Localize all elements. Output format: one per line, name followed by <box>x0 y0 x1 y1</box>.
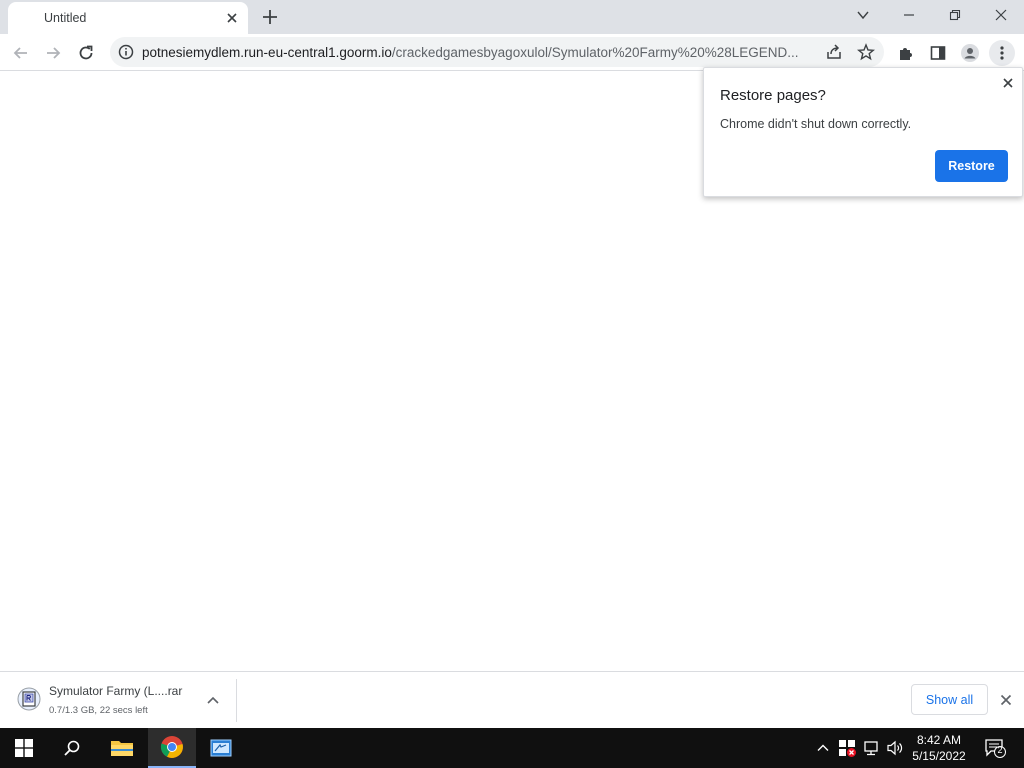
kebab-menu-icon <box>1000 46 1004 60</box>
volume-tray-button[interactable] <box>885 738 905 758</box>
tab-untitled[interactable]: Untitled <box>8 2 248 34</box>
side-panel-button[interactable] <box>925 40 951 66</box>
reload-button[interactable] <box>73 40 99 66</box>
taskbar: 8:42 AM 5/15/2022 2 <box>0 728 1024 768</box>
restore-button[interactable]: Restore <box>935 150 1008 182</box>
new-tab-icon[interactable] <box>260 7 280 27</box>
url-text: potnesiemydlem.run-eu-central1.goorm.io/… <box>142 45 814 60</box>
url-path: /crackedgamesbyagoxulol/Symulator%20Farm… <box>391 45 799 60</box>
file-explorer-button[interactable] <box>98 728 146 768</box>
tab-strip: Untitled <box>0 0 1024 34</box>
address-bar[interactable]: potnesiemydlem.run-eu-central1.goorm.io/… <box>110 37 884 67</box>
restore-window-icon <box>949 9 961 21</box>
profile-icon <box>961 44 979 62</box>
side-panel-icon <box>930 46 946 60</box>
notification-center-button[interactable]: 2 <box>982 738 1008 758</box>
app-window-icon <box>210 739 232 757</box>
minimize-icon <box>904 14 914 16</box>
notification-count: 2 <box>997 745 1003 755</box>
restore-pages-dialog: Restore pages? Chrome didn't shut down c… <box>703 67 1023 197</box>
bookmark-button[interactable] <box>853 39 879 65</box>
security-tray-button[interactable] <box>837 738 857 758</box>
share-icon <box>827 44 841 59</box>
extensions-button[interactable] <box>893 40 919 66</box>
info-icon[interactable] <box>118 44 134 60</box>
forward-arrow-icon <box>47 47 61 59</box>
search-icon <box>64 740 80 756</box>
download-shelf: Symulator Farmy (L....rar 0.7/1.3 GB, 22… <box>0 671 1024 728</box>
chevron-up-icon[interactable] <box>205 693 221 709</box>
download-filename: Symulator Farmy (L....rar <box>49 684 183 698</box>
puzzle-icon <box>900 48 912 60</box>
chevron-up-icon <box>817 744 829 751</box>
reload-icon <box>79 45 93 60</box>
menu-button[interactable] <box>989 40 1015 66</box>
profile-button[interactable] <box>957 40 983 66</box>
app-taskbar-button[interactable] <box>197 728 245 768</box>
search-button[interactable] <box>48 728 96 768</box>
share-button[interactable] <box>821 39 847 65</box>
chrome-icon <box>160 736 183 758</box>
clock-date: 5/15/2022 <box>912 749 966 763</box>
windows-icon <box>15 739 33 757</box>
show-hidden-icons-button[interactable] <box>813 738 833 758</box>
rar-file-icon <box>17 687 41 711</box>
close-icon[interactable] <box>1000 75 1016 91</box>
browser-toolbar: potnesiemydlem.run-eu-central1.goorm.io/… <box>0 34 1024 71</box>
tab-title: Untitled <box>44 11 87 25</box>
close-window-icon <box>995 9 1007 21</box>
forward-button[interactable] <box>40 40 66 66</box>
dialog-message: Chrome didn't shut down correctly. <box>720 117 912 131</box>
folder-icon <box>111 741 133 756</box>
network-icon <box>864 741 878 756</box>
shield-alert-icon <box>839 740 856 757</box>
divider <box>236 679 237 722</box>
star-icon <box>857 43 875 61</box>
start-button[interactable] <box>0 728 48 768</box>
back-button[interactable] <box>8 40 34 66</box>
clock-time: 8:42 AM <box>916 733 962 747</box>
close-icon[interactable] <box>998 692 1014 708</box>
network-tray-button[interactable] <box>861 738 881 758</box>
chevron-down-icon <box>857 11 869 20</box>
minimize-button[interactable] <box>886 0 932 30</box>
show-all-button[interactable]: Show all <box>911 684 988 715</box>
dialog-title: Restore pages? <box>720 87 826 104</box>
url-host: potnesiemydlem.run-eu-central1.goorm.io <box>142 45 392 60</box>
restore-window-button[interactable] <box>932 0 978 30</box>
download-status: 0.7/1.3 GB, 22 secs left <box>49 705 148 716</box>
chrome-taskbar-button[interactable] <box>148 728 196 768</box>
speaker-icon <box>887 740 903 756</box>
close-tab-icon[interactable] <box>224 10 240 26</box>
tab-search-button[interactable] <box>840 0 886 30</box>
system-clock[interactable]: 8:42 AM 5/15/2022 <box>906 732 972 764</box>
back-arrow-icon <box>13 47 27 59</box>
close-window-button[interactable] <box>978 0 1024 30</box>
